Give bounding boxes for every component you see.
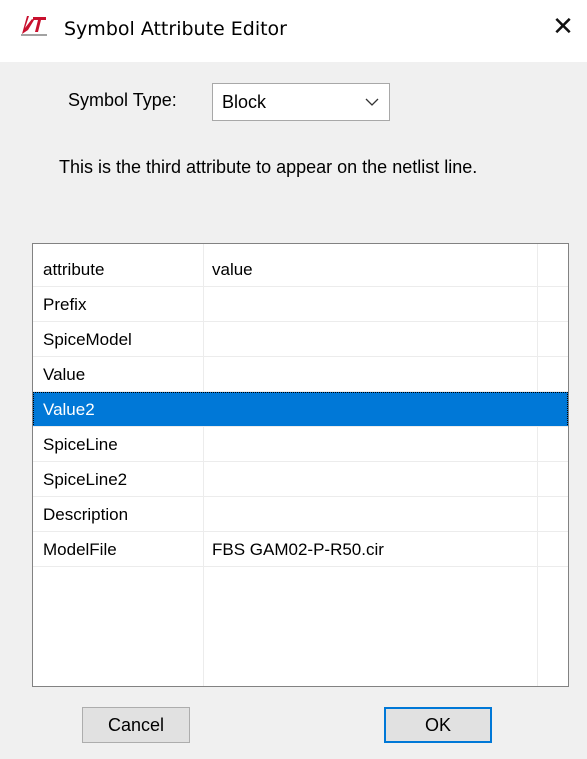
attribute-cell: SpiceLine bbox=[43, 435, 118, 454]
symbol-type-value: Block bbox=[222, 92, 267, 112]
cancel-button[interactable]: Cancel bbox=[82, 707, 190, 743]
table-row[interactable]: Prefix bbox=[33, 287, 568, 322]
table-row[interactable]: Description bbox=[33, 497, 568, 532]
symbol-type-label: Symbol Type: bbox=[68, 90, 177, 110]
attribute-cell: Prefix bbox=[43, 295, 87, 314]
attribute-cell: ModelFile bbox=[43, 540, 117, 559]
table-row[interactable]: SpiceLine2 bbox=[33, 462, 568, 497]
table-row[interactable]: SpiceLine bbox=[33, 427, 568, 462]
title-bar: Symbol Attribute Editor ✕ bbox=[0, 0, 587, 62]
ok-button[interactable]: OK bbox=[384, 707, 492, 743]
close-icon[interactable]: ✕ bbox=[548, 12, 578, 42]
attribute-cell: Value bbox=[43, 365, 86, 384]
table-row[interactable]: Value2 bbox=[33, 392, 568, 427]
table-header: attribute value bbox=[33, 252, 568, 287]
attribute-cell: SpiceLine2 bbox=[43, 470, 128, 489]
attribute-table[interactable]: attribute value Prefix SpiceModel Value Val… bbox=[32, 243, 569, 687]
focus-rectangle bbox=[33, 392, 568, 427]
dialog-body: Symbol Type: Block This is the third att… bbox=[0, 62, 587, 759]
row-divider bbox=[33, 566, 568, 567]
attribute-cell: SpiceModel bbox=[43, 330, 132, 349]
table-row[interactable]: Value bbox=[33, 357, 568, 392]
ltspice-icon bbox=[21, 16, 47, 36]
chevron-down-icon bbox=[365, 98, 379, 106]
attribute-description: This is the third attribute to appear on… bbox=[59, 157, 478, 177]
symbol-type-dropdown[interactable]: Block bbox=[212, 83, 390, 121]
table-row[interactable]: SpiceModel bbox=[33, 322, 568, 357]
column-header-value[interactable]: value bbox=[212, 260, 253, 280]
attribute-cell: Description bbox=[43, 505, 129, 524]
column-header-attribute[interactable]: attribute bbox=[43, 260, 104, 280]
table-row[interactable]: ModelFile FBS GAM02-P-R50.cir bbox=[33, 532, 568, 567]
value-cell[interactable]: FBS GAM02-P-R50.cir bbox=[212, 540, 384, 560]
window-title: Symbol Attribute Editor bbox=[64, 18, 287, 40]
